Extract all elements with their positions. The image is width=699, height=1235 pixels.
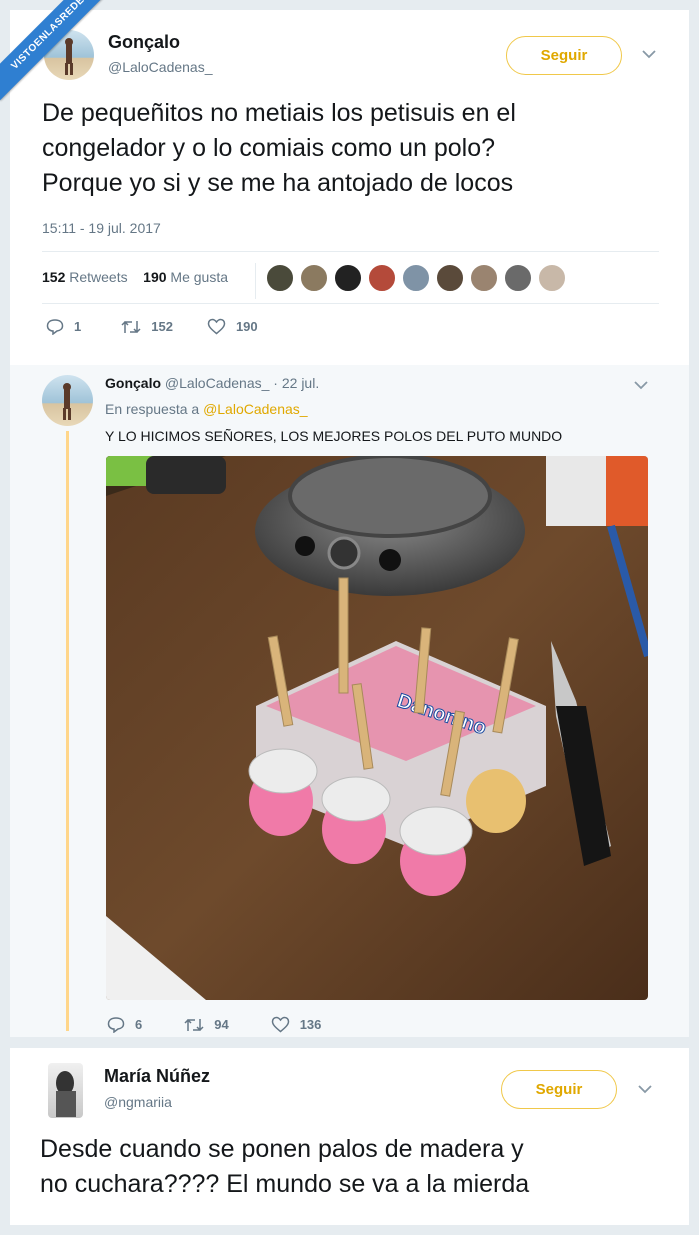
author-line: Gonçalo @LaloCadenas_ · 22 jul. — [105, 375, 319, 391]
like-button[interactable]: 190 — [207, 318, 258, 335]
follow-button[interactable]: Seguir — [506, 36, 622, 75]
person-photo-icon — [56, 1071, 76, 1117]
reply-button[interactable]: 1 — [46, 318, 81, 335]
main-tweet-card: Gonçalo @LaloCadenas_ Seguir De pequeñit… — [10, 10, 689, 365]
chevron-down-icon[interactable] — [642, 46, 656, 64]
tweet-line: Porque yo si y se me ha antojado de loco… — [42, 169, 514, 197]
reply-icon — [107, 1017, 125, 1033]
action-bar: 1 152 190 — [46, 318, 286, 335]
popsicle-photo: Danonino — [106, 456, 648, 1000]
in-reply-to: En respuesta a @LaloCadenas_ — [105, 401, 308, 417]
author-handle-date[interactable]: @LaloCadenas_ · 22 jul. — [165, 375, 319, 391]
retweet-icon — [184, 1018, 204, 1031]
author-name[interactable]: Gonçalo — [105, 375, 161, 391]
tweet-line: no cuchara???? El mundo se va a la mierd… — [40, 1170, 530, 1198]
avatar[interactable] — [48, 1063, 83, 1118]
reply-tweet-card: Gonçalo @LaloCadenas_ · 22 jul. En respu… — [10, 365, 689, 1037]
in-reply-handle-link[interactable]: @LaloCadenas_ — [203, 401, 308, 417]
tweet-text: Desde cuando se ponen palos de madera y … — [40, 1132, 529, 1202]
tweet-line: Desde cuando se ponen palos de madera y — [40, 1135, 524, 1163]
timestamp[interactable]: 15:11 - 19 jul. 2017 — [42, 220, 161, 236]
reply-text: Y LO HICIMOS SEÑORES, LOS MEJORES POLOS … — [105, 428, 563, 444]
chevron-down-icon[interactable] — [638, 1081, 652, 1099]
person-figure-icon — [63, 383, 71, 420]
divider — [42, 251, 659, 252]
retweet-icon — [121, 320, 141, 333]
liker-avatar[interactable] — [470, 264, 498, 292]
author-name[interactable]: María Núñez — [104, 1066, 210, 1087]
author-handle[interactable]: @LaloCadenas_ — [108, 59, 213, 75]
liker-avatar[interactable] — [334, 264, 362, 292]
divider — [42, 303, 659, 304]
follow-button[interactable]: Seguir — [501, 1070, 617, 1109]
liker-avatar[interactable] — [538, 264, 566, 292]
liker-avatar[interactable] — [300, 264, 328, 292]
action-bar: 6 94 136 — [107, 1016, 349, 1033]
author-handle[interactable]: @ngmariia — [104, 1094, 172, 1110]
retweet-button[interactable]: 94 — [184, 1017, 229, 1033]
third-tweet-card: María Núñez @ngmariia Seguir Desde cuand… — [10, 1048, 689, 1225]
reply-button[interactable]: 6 — [107, 1016, 142, 1033]
liker-avatar[interactable] — [504, 264, 532, 292]
heart-icon — [207, 318, 226, 335]
tweet-line: congelador y o lo comiais como un polo? — [42, 134, 496, 162]
tweet-line: De pequeñitos no metiais los petisuis en… — [42, 99, 516, 127]
tweet-photo[interactable]: Danonino — [106, 456, 648, 1000]
retweet-button[interactable]: 152 — [121, 319, 173, 335]
retweet-stat[interactable]: 152 Retweets — [42, 269, 128, 285]
author-name[interactable]: Gonçalo — [108, 32, 180, 53]
chevron-down-icon[interactable] — [634, 377, 648, 395]
liker-avatar[interactable] — [436, 264, 464, 292]
liker-avatars — [266, 264, 566, 292]
liker-avatar[interactable] — [266, 264, 294, 292]
liker-avatar[interactable] — [402, 264, 430, 292]
reply-icon — [46, 319, 64, 335]
like-button[interactable]: 136 — [271, 1016, 321, 1033]
stat-separator — [255, 263, 256, 299]
thread-line — [66, 431, 69, 1031]
stats-bar: 152 Retweets 190 Me gusta — [42, 269, 228, 285]
heart-icon — [271, 1016, 289, 1033]
tweet-text: De pequeñitos no metiais los petisuis en… — [42, 96, 516, 201]
avatar[interactable] — [42, 375, 93, 426]
like-stat[interactable]: 190 Me gusta — [143, 269, 228, 285]
liker-avatar[interactable] — [368, 264, 396, 292]
